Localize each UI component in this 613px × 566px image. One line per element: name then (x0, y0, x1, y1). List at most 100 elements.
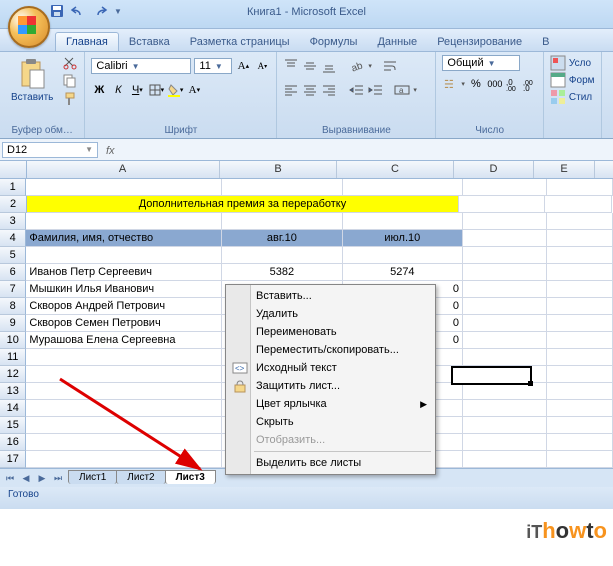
fill-color-icon[interactable]: ▾ (167, 82, 183, 98)
ribbon-tabs: Главная Вставка Разметка страницы Формул… (0, 29, 613, 52)
sheet-nav-prev-icon[interactable]: ◀ (18, 473, 34, 484)
header-jul[interactable]: июл.10 (343, 230, 463, 247)
tab-page-layout[interactable]: Разметка страницы (180, 33, 300, 51)
ctx-unhide: Отобразить... (228, 431, 433, 449)
office-button[interactable] (8, 6, 50, 48)
row-header: 11 (0, 349, 26, 366)
column-headers[interactable]: A B C D E (26, 161, 613, 179)
fx-icon[interactable]: fx (106, 143, 122, 157)
group-clipboard-title: Буфер обм… (6, 125, 78, 136)
number-format-combo[interactable]: Общий▼ (442, 55, 520, 71)
ctx-rename[interactable]: Переименовать (228, 323, 433, 341)
tab-insert[interactable]: Вставка (119, 33, 180, 51)
col-header-a: A (26, 161, 220, 178)
paste-icon (18, 58, 46, 90)
undo-icon[interactable] (70, 4, 86, 18)
data-cell[interactable]: Скворов Семен Петрович (26, 315, 222, 332)
align-center-icon[interactable] (302, 82, 318, 98)
row-header: 7 (0, 281, 26, 298)
svg-text:a: a (399, 86, 404, 95)
cell-styles-icon[interactable] (550, 89, 566, 105)
col-header-c: C (337, 161, 454, 178)
bold-icon[interactable]: Ж (91, 82, 107, 98)
paste-button[interactable]: Вставить (6, 55, 58, 125)
save-icon[interactable] (50, 4, 64, 18)
svg-text:<>: <> (235, 364, 245, 373)
header-aug[interactable]: авг.10 (222, 230, 342, 247)
paste-label: Вставить (11, 92, 53, 103)
font-name-combo[interactable]: Calibri▼ (91, 58, 191, 74)
underline-icon[interactable]: Ч▾ (129, 82, 145, 98)
data-cell[interactable]: Мурашова Елена Сергеевна (26, 332, 222, 349)
ctx-protect-sheet[interactable]: Защитить лист... (228, 377, 433, 395)
ctx-hide[interactable]: Скрыть (228, 413, 433, 431)
shrink-font-icon[interactable]: A▾ (254, 58, 270, 74)
row-header: 6 (0, 264, 26, 281)
conditional-format-icon[interactable] (550, 55, 566, 71)
wrap-text-icon[interactable] (382, 58, 398, 74)
cut-icon[interactable] (62, 55, 78, 71)
sheet-nav-first-icon[interactable]: ⏮ (2, 473, 18, 484)
format-table-icon[interactable] (550, 72, 566, 88)
ctx-view-code[interactable]: <>Исходный текст (228, 359, 433, 377)
sheet-nav-last-icon[interactable]: ⏭ (50, 473, 66, 484)
merge-icon[interactable]: a (394, 82, 410, 98)
tab-data[interactable]: Данные (367, 33, 427, 51)
align-top-icon[interactable] (283, 58, 299, 74)
align-bottom-icon[interactable] (321, 58, 337, 74)
copy-icon[interactable] (62, 73, 78, 89)
increase-indent-icon[interactable] (368, 82, 384, 98)
comma-icon[interactable]: 000 (487, 76, 503, 92)
svg-text:ab: ab (350, 60, 365, 74)
grid-body[interactable]: 1 2Дополнительная премия за переработку … (0, 179, 613, 468)
sheet-nav-next-icon[interactable]: ▶ (34, 473, 50, 484)
sheet-context-menu: Вставить... Удалить Переименовать Переме… (225, 284, 436, 475)
sheet-tab-3[interactable]: Лист3 (165, 470, 216, 484)
orientation-icon[interactable]: ab (349, 58, 365, 74)
sheet-tab-1[interactable]: Лист1 (68, 470, 117, 484)
data-cell[interactable]: Скворов Андрей Петрович (26, 298, 222, 315)
borders-icon[interactable]: ▾ (148, 82, 164, 98)
ctx-select-all-sheets[interactable]: Выделить все листы (228, 454, 433, 472)
sheet-tab-2[interactable]: Лист2 (116, 470, 165, 484)
status-text: Готово (8, 489, 39, 500)
data-cell[interactable]: Мышкин Илья Иванович (26, 281, 222, 298)
row-header: 3 (0, 213, 26, 230)
data-cell[interactable]: 5382 (222, 264, 342, 281)
decrease-decimal-icon[interactable]: ,00,0 (523, 77, 537, 91)
align-right-icon[interactable] (321, 82, 337, 98)
watermark-logo: iThowto (526, 518, 607, 544)
tab-home[interactable]: Главная (55, 32, 119, 51)
percent-icon[interactable]: % (468, 76, 484, 92)
row-header: 10 (0, 332, 26, 349)
redo-icon[interactable] (92, 4, 108, 18)
select-all-corner[interactable] (0, 161, 27, 179)
ctx-delete[interactable]: Удалить (228, 305, 433, 323)
increase-decimal-icon[interactable]: ,0,00 (506, 77, 520, 91)
ctx-tab-color[interactable]: Цвет ярлычка▶ (228, 395, 433, 413)
tab-formulas[interactable]: Формулы (300, 33, 368, 51)
qat-dropdown-icon[interactable]: ▼ (114, 7, 122, 16)
header-name[interactable]: Фамилия, имя, отчество (26, 230, 222, 247)
data-cell[interactable]: Иванов Петр Сергеевич (26, 264, 222, 281)
row-header: 5 (0, 247, 26, 264)
grow-font-icon[interactable]: A▴ (235, 58, 251, 74)
cell-merged-title[interactable]: Дополнительная премия за переработку (27, 196, 459, 213)
tab-review[interactable]: Рецензирование (427, 33, 532, 51)
italic-icon[interactable]: К (110, 82, 126, 98)
group-font: Calibri▼ 11▼ A▴ A▾ Ж К Ч▾ ▾ ▾ A▾ Шрифт (85, 52, 277, 138)
font-size-combo[interactable]: 11▼ (194, 58, 232, 74)
format-painter-icon[interactable] (62, 91, 78, 107)
align-middle-icon[interactable] (302, 58, 318, 74)
align-left-icon[interactable] (283, 82, 299, 98)
data-cell[interactable]: 5274 (343, 264, 463, 281)
row-header: 15 (0, 417, 26, 434)
tab-view[interactable]: В (532, 33, 559, 51)
group-font-title: Шрифт (91, 125, 270, 136)
decrease-indent-icon[interactable] (349, 82, 365, 98)
name-box[interactable]: D12▼ (2, 142, 98, 158)
accounting-icon[interactable]: ☵ (442, 76, 458, 92)
ctx-insert[interactable]: Вставить... (228, 287, 433, 305)
ctx-move-copy[interactable]: Переместить/скопировать... (228, 341, 433, 359)
font-color-icon[interactable]: A▾ (186, 82, 202, 98)
